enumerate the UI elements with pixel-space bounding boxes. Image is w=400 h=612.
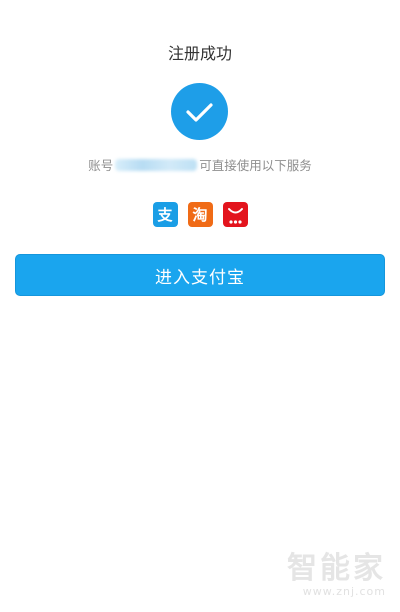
service-icons-row: 支 淘: [0, 202, 400, 227]
alipay-icon: 支: [152, 202, 178, 227]
registration-success-screen: 注册成功 账号 可直接使用以下服务 支 淘 进入支付宝 智能家 www.znj.c…: [0, 0, 400, 612]
page-title: 注册成功: [167, 44, 232, 63]
alipay-glyph: 支: [157, 206, 173, 224]
account-prefix: 账号: [88, 158, 114, 173]
taobao-icon: 淘: [187, 202, 213, 227]
success-check-icon: [171, 83, 228, 140]
watermark-brand: 智能家: [287, 551, 386, 586]
account-suffix: 可直接使用以下服务: [199, 158, 312, 173]
tmall-icon: [222, 202, 248, 227]
enter-alipay-button[interactable]: 进入支付宝: [15, 254, 385, 296]
account-info-line: 账号 可直接使用以下服务: [0, 155, 400, 174]
watermark: 智能家 www.znj.com: [287, 543, 386, 598]
masked-account-number: [115, 159, 198, 171]
taobao-glyph: 淘: [192, 206, 208, 224]
